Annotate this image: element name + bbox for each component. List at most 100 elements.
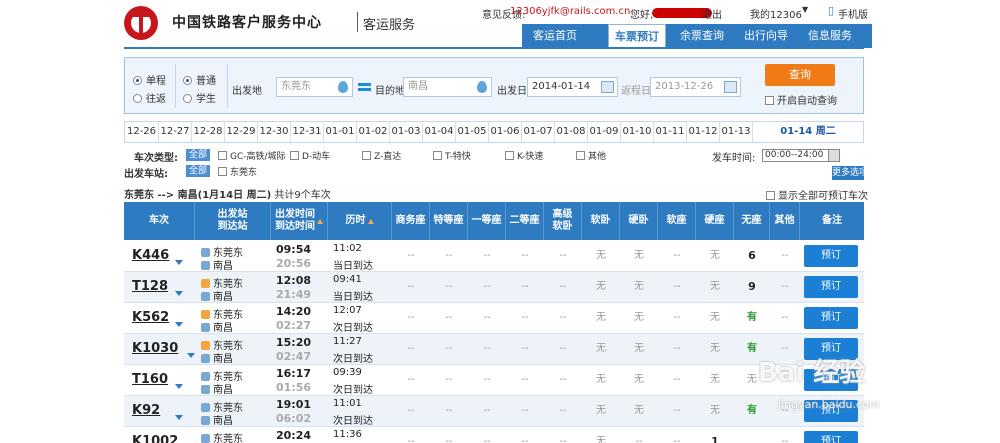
feedback-email-link[interactable]: 12306yjfk@rails.com.cn (510, 6, 630, 17)
train-number-link[interactable]: K1002 (132, 434, 178, 443)
chevron-down-icon[interactable] (175, 384, 183, 389)
date-tab[interactable]: 01-09 (588, 122, 621, 142)
duration: 11:01 (333, 398, 362, 409)
train-type-all-button[interactable]: 全部 (186, 149, 211, 161)
date-tab[interactable]: 01-01 (324, 122, 357, 142)
date-tab[interactable]: 12-26 (125, 122, 159, 142)
train-number-link[interactable]: K446 (132, 248, 169, 263)
header-hard-seat: 硬座 (696, 202, 734, 240)
date-tab[interactable]: 12-28 (192, 122, 225, 142)
ticket-normal-radio[interactable]: 普通 (183, 72, 216, 87)
date-tab[interactable]: 01-02 (357, 122, 390, 142)
depart-time-select[interactable]: 00:00--24:00 (762, 149, 840, 162)
to-station: 南昌 (201, 350, 233, 365)
seat-availability: -- (521, 250, 529, 261)
book-button[interactable]: 预订 (804, 245, 858, 267)
date-tab[interactable]: 01-05 (456, 122, 489, 142)
station-badge-icon (201, 416, 210, 425)
nav-home[interactable]: 客运首页 (522, 24, 588, 48)
nav-remaining-tickets[interactable]: 余票查询 (672, 24, 732, 48)
ticket-student-radio[interactable]: 学生 (183, 90, 216, 105)
chevron-down-icon[interactable]: ▼ (802, 5, 808, 14)
station-dongguandong-checkbox[interactable]: 东莞东 (218, 165, 257, 178)
book-button[interactable]: 预订 (804, 276, 858, 298)
table-row: K446 东莞东 南昌 09:54 20:56 11:02 当日到达 -- -- -- -- -- 无无… (124, 241, 864, 272)
return-date-input[interactable]: 2013-12-26 (650, 77, 741, 97)
railway-logo-icon[interactable] (124, 6, 158, 40)
chevron-down-icon[interactable] (175, 322, 183, 327)
date-tab[interactable]: 12-31 (291, 122, 324, 142)
sort-icon[interactable] (367, 218, 374, 224)
return-date-label: 返程日 (621, 86, 651, 97)
header-duration[interactable]: 历时 (328, 202, 392, 240)
from-input[interactable]: 东莞东 (276, 77, 353, 97)
date-tab[interactable]: 01-03 (390, 122, 423, 142)
date-strip: 12-26 12-27 12-28 12-29 12-30 12-31 01-0… (124, 121, 864, 143)
calendar-icon[interactable] (724, 81, 737, 93)
table-row: K1030 东莞东 南昌 15:20 02:47 11:27 次日到达 -- -- -- -- -- 无… (124, 334, 864, 365)
type-z-checkbox[interactable]: Z-直达 (362, 149, 401, 162)
mobile-link[interactable]: 手机版 (838, 6, 868, 21)
date-tab[interactable]: 01-08 (555, 122, 588, 142)
type-t-checkbox[interactable]: T-特快 (433, 149, 471, 162)
date-tab[interactable]: 01-12 (687, 122, 720, 142)
calendar-icon[interactable] (601, 81, 614, 93)
date-tab-selected[interactable]: 01-14 周二 (753, 122, 863, 142)
date-tab[interactable]: 01-06 (489, 122, 522, 142)
depart-date-input[interactable]: 2014-01-14 (527, 77, 618, 97)
date-tab[interactable]: 12-29 (225, 122, 258, 142)
book-button[interactable]: 预订 (804, 307, 858, 329)
arrival-day: 次日到达 (333, 354, 373, 365)
date-tab[interactable]: 12-27 (159, 122, 192, 142)
depart-station-all-button[interactable]: 全部 (186, 165, 211, 177)
date-tab[interactable]: 01-07 (522, 122, 555, 142)
chevron-down-icon[interactable] (828, 150, 839, 161)
depart-time: 19:01 (276, 398, 312, 411)
chevron-down-icon[interactable] (187, 353, 195, 358)
train-number-link[interactable]: K1030 (132, 341, 178, 356)
sort-icon[interactable] (317, 218, 323, 224)
query-button[interactable]: 查询 (765, 64, 835, 86)
date-tab[interactable]: 01-11 (654, 122, 687, 142)
train-number-link[interactable]: T160 (132, 372, 168, 387)
train-number-link[interactable]: K562 (132, 310, 169, 325)
location-pin-icon[interactable] (477, 81, 487, 93)
date-tab[interactable]: 01-10 (621, 122, 654, 142)
my12306-menu[interactable]: 我的12306 (750, 6, 802, 21)
type-d-checkbox[interactable]: D-动车 (290, 149, 330, 162)
seat-availability: 无 (710, 374, 720, 385)
swap-stations-icon[interactable] (358, 83, 371, 91)
auto-query-checkbox[interactable]: 开启自动查询 (765, 92, 837, 107)
date-tab[interactable]: 01-13 (720, 122, 753, 142)
chevron-down-icon[interactable] (175, 415, 183, 420)
seat-availability: -- (407, 343, 415, 354)
chevron-down-icon[interactable] (175, 291, 183, 296)
seat-availability: 无 (596, 312, 606, 323)
chevron-down-icon[interactable] (175, 260, 183, 265)
location-pin-icon[interactable] (338, 81, 348, 93)
type-gc-checkbox[interactable]: GC-高铁/城际 (218, 149, 286, 162)
header-times[interactable]: 出发时间 到达时间 (271, 202, 328, 240)
seat-availability: -- (407, 250, 415, 261)
show-all-checkbox[interactable]: 显示全部可预订车次 (766, 187, 868, 202)
trip-one-way-radio[interactable]: 单程 (133, 72, 166, 87)
seat-availability: -- (521, 436, 529, 443)
depart-time: 14:20 (276, 305, 312, 318)
date-tab[interactable]: 01-04 (423, 122, 456, 142)
date-tab[interactable]: 12-30 (258, 122, 291, 142)
train-number-link[interactable]: K92 (132, 403, 160, 418)
book-button[interactable]: 预订 (804, 431, 858, 443)
train-number-link[interactable]: T128 (132, 279, 168, 294)
nav-travel-guide[interactable]: 出行向导 (736, 24, 796, 48)
type-k-checkbox[interactable]: K-快速 (505, 149, 543, 162)
to-input[interactable]: 南昌 (403, 77, 492, 97)
seat-availability: 6 (748, 249, 756, 262)
type-other-checkbox[interactable]: 其他 (576, 149, 606, 162)
nav-ticket-booking[interactable]: 车票预订 (608, 24, 666, 48)
seat-availability: -- (559, 374, 567, 385)
nav-info-service[interactable]: 信息服务 (800, 24, 860, 48)
trip-round-radio[interactable]: 往返 (133, 90, 166, 105)
more-options-button[interactable]: 更多选项 (832, 166, 864, 180)
seat-availability: 无 (710, 250, 720, 261)
logout-link[interactable]: 退出 (702, 6, 722, 21)
